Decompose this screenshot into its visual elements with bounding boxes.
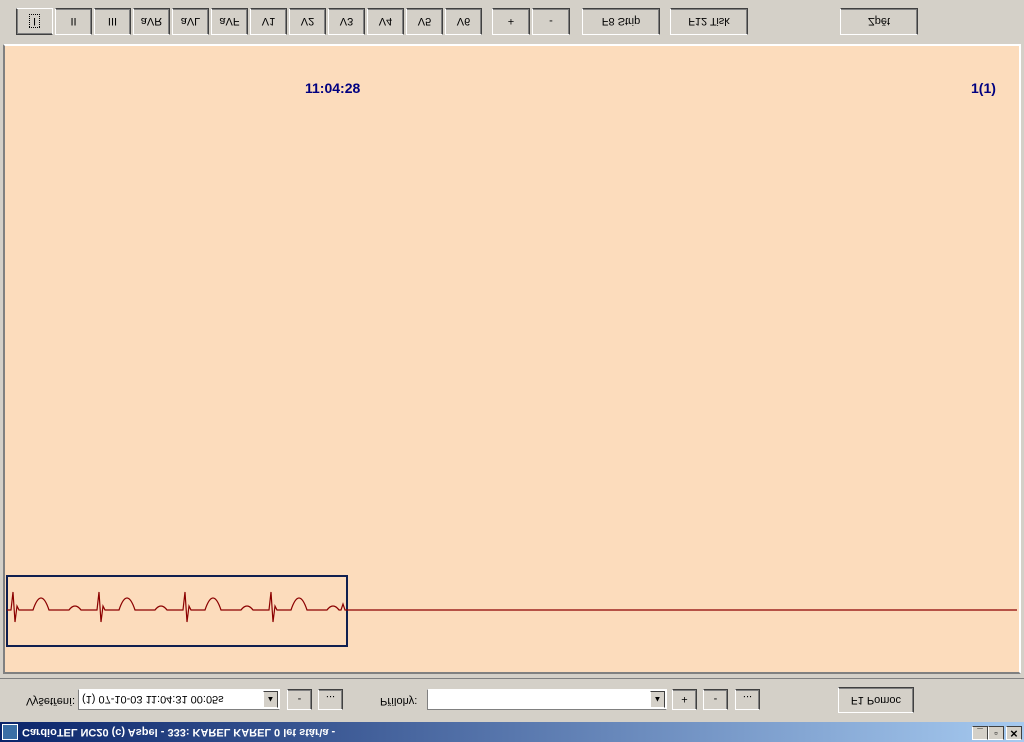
app-screen: CardioTEL NC20 (c) Aspel - 333: KAREL KA… <box>0 0 1024 742</box>
exam-remove-button[interactable]: - <box>287 689 312 710</box>
lead-button-label: III <box>107 15 118 28</box>
lead-button-v5[interactable]: V5 <box>406 8 443 35</box>
lead-button-v3[interactable]: V3 <box>328 8 365 35</box>
help-button[interactable]: F1 Pomoc <box>838 687 914 713</box>
ecg-selection-box[interactable] <box>6 575 348 647</box>
lead-button-avl[interactable]: aVL <box>172 8 209 35</box>
ecg-canvas[interactable] <box>5 46 1019 672</box>
lead-button-avr[interactable]: aVR <box>133 8 170 35</box>
ecg-display[interactable]: 11:04:28 1(1) <box>3 44 1021 674</box>
lead-toolbar: I II III aVR aVL aVF V1 V2 V3 V4 V5 V6 + - F8 Strip… <box>0 0 1024 42</box>
back-button[interactable]: Zpět <box>840 8 918 35</box>
lead-button-label: V2 <box>300 15 315 28</box>
combo-arrow-icon[interactable]: ▲ <box>650 691 665 708</box>
exam-select-value: (1) 07-10-03 11:04:31 00:05s <box>82 693 224 706</box>
lead-button-label: aVF <box>219 15 240 28</box>
print-button[interactable]: F12 Tisk <box>670 8 748 35</box>
exam-select[interactable]: (1) 07-10-03 11:04:31 00:05s ▲ <box>78 689 280 710</box>
appendix-add-button[interactable]: + <box>672 689 697 710</box>
lead-button-v6[interactable]: V6 <box>445 8 482 35</box>
maximize-icon[interactable]: ▫ <box>988 726 1004 740</box>
lead-button-i[interactable]: I <box>16 8 53 35</box>
exam-more-button[interactable]: ... <box>318 689 343 710</box>
lead-button-v4[interactable]: V4 <box>367 8 404 35</box>
title-bar: CardioTEL NC20 (c) Aspel - 333: KAREL KA… <box>0 722 1024 742</box>
appendix-label: Přílohy: <box>380 695 418 707</box>
window-title: CardioTEL NC20 (c) Aspel - 333: KAREL KA… <box>22 726 336 738</box>
lead-button-iii[interactable]: III <box>94 8 131 35</box>
exam-filter-bar: Vyšetření: (1) 07-10-03 11:04:31 00:05s … <box>0 678 1024 722</box>
appendix-remove-button[interactable]: - <box>703 689 728 710</box>
time-readout: 11:04:28 <box>305 80 361 96</box>
lead-button-label: II <box>70 15 77 28</box>
close-icon[interactable]: ✕ <box>1006 726 1022 740</box>
amplitude-minus-button[interactable]: - <box>532 8 570 35</box>
lead-button-label: V1 <box>261 15 276 28</box>
combo-arrow-icon[interactable]: ▲ <box>263 691 278 708</box>
lead-button-label: V6 <box>456 15 471 28</box>
lead-button-label: V4 <box>378 15 393 28</box>
appendix-more-button[interactable]: ... <box>735 689 760 710</box>
exam-label: Vyšetření: <box>26 695 76 707</box>
lead-button-v1[interactable]: V1 <box>250 8 287 35</box>
page-readout: 1(1) <box>971 80 996 96</box>
app-icon <box>2 724 18 740</box>
lead-button-avf[interactable]: aVF <box>211 8 248 35</box>
strip-button[interactable]: F8 Strip <box>582 8 660 35</box>
lead-button-ii[interactable]: II <box>55 8 92 35</box>
amplitude-plus-button[interactable]: + <box>492 8 530 35</box>
lead-button-label: aVL <box>180 15 201 28</box>
appendix-select[interactable]: ▲ <box>427 689 667 710</box>
lead-button-label: V3 <box>339 15 354 28</box>
lead-button-label: V5 <box>417 15 432 28</box>
minimize-icon[interactable]: _ <box>972 726 988 740</box>
lead-button-label: I <box>28 14 41 29</box>
lead-button-v2[interactable]: V2 <box>289 8 326 35</box>
ecg-trace <box>7 591 1017 623</box>
lead-button-label: aVR <box>140 15 163 28</box>
